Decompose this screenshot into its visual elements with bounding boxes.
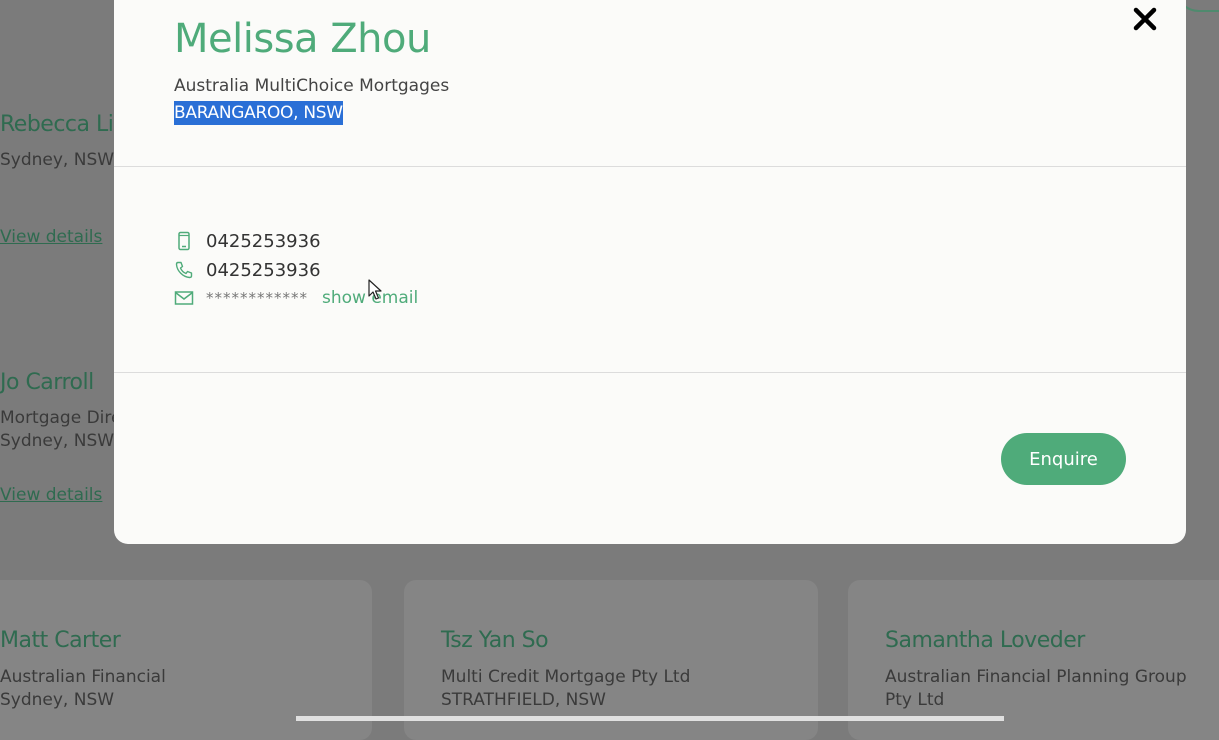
broker-details-modal: Melissa Zhou Australia MultiChoice Mortg… — [114, 0, 1186, 544]
background-card-line: Multi Credit Mortgage Pty Ltd — [441, 667, 691, 687]
background-card-line: Sydney, NSW — [0, 431, 115, 451]
broker-name: Melissa Zhou — [174, 16, 431, 62]
background-card-line: Sydney, NSW — [0, 690, 115, 710]
background-card-name: Tsz Yan So — [441, 628, 549, 653]
background-card-line: Sydney, NSW — [0, 150, 115, 170]
enquire-button[interactable]: Enquire — [1001, 433, 1126, 485]
phone-number[interactable]: 0425253936 — [206, 260, 321, 281]
view-details-link[interactable]: View details — [0, 227, 102, 247]
background-card-line: Australian Financial Planning Group — [885, 667, 1187, 687]
email-icon — [174, 291, 194, 305]
background-card-line: STRATHFIELD, NSW — [441, 690, 606, 710]
divider — [114, 372, 1186, 373]
email-masked: ************ — [206, 289, 308, 307]
background-card-name: Rebecca Li — [0, 112, 114, 137]
mobile-phone-icon — [178, 231, 190, 251]
mobile-number[interactable]: 0425253936 — [206, 231, 321, 252]
background-card-name: Jo Carroll — [0, 370, 94, 395]
phone-row: 0425253936 — [174, 258, 321, 282]
horizontal-scrollbar[interactable] — [296, 716, 1004, 721]
phone-icon — [175, 261, 193, 279]
background-card-name: Samantha Loveder — [885, 628, 1085, 653]
background-card-line: Pty Ltd — [885, 690, 945, 710]
background-card-name: Matt Carter — [0, 628, 121, 653]
divider — [114, 166, 1186, 167]
background-card-line: Australian Financial — [0, 667, 166, 687]
broker-location: BARANGAROO, NSW — [174, 101, 343, 125]
broker-company: Australia MultiChoice Mortgages — [174, 76, 450, 96]
view-details-link[interactable]: View details — [0, 485, 102, 505]
mobile-row: 0425253936 — [174, 229, 321, 253]
close-icon[interactable] — [1132, 6, 1158, 32]
mouse-cursor-icon — [368, 279, 382, 300]
background-card-line: Mortgage Dire — [0, 408, 122, 428]
